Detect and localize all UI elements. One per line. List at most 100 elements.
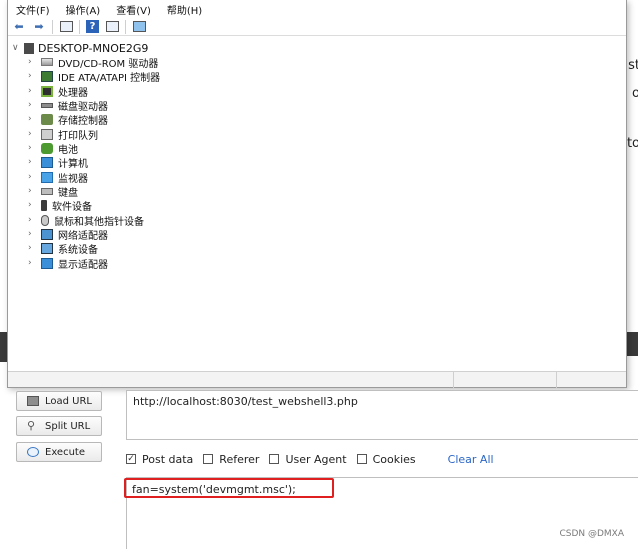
user-agent-checkbox[interactable] — [269, 454, 280, 464]
tree-item[interactable]: › 系统设备 — [28, 241, 98, 256]
tree-item[interactable]: › 处理器 — [28, 84, 88, 99]
tree-item[interactable]: › 网络适配器 — [28, 227, 108, 242]
menu-help[interactable]: 帮助(H) — [167, 2, 202, 17]
tree-item[interactable]: › 鼠标和其他指针设备 — [28, 213, 144, 228]
tree-item[interactable]: › DVD/CD-ROM 驱动器 — [28, 55, 159, 70]
tree-root[interactable]: ∨ DESKTOP-MNOE2G9 — [12, 41, 148, 55]
help-icon[interactable]: ? — [86, 20, 99, 33]
battery-icon — [41, 142, 53, 154]
expand-chevron-icon[interactable]: › — [28, 114, 36, 124]
tree-item[interactable]: › 键盘 — [28, 184, 78, 199]
referer-checkbox[interactable] — [203, 454, 214, 464]
background-text-fragment: st — [628, 58, 638, 73]
tree-item-label: 网络适配器 — [58, 230, 108, 242]
url-input[interactable]: http://localhost:8030/test_webshell3.php — [126, 390, 638, 440]
execute-button[interactable]: Execute — [16, 442, 102, 462]
tree-item[interactable]: › 监视器 — [28, 170, 88, 185]
expand-chevron-icon[interactable]: › — [28, 229, 36, 239]
forward-arrow-icon[interactable]: ➡ — [32, 20, 46, 34]
toolbar-separator — [79, 19, 80, 34]
post-data-option[interactable]: ✓ Post data — [126, 453, 193, 466]
status-divider — [453, 372, 454, 388]
toolbar-separator — [125, 19, 126, 34]
device-manager-window: 文件(F) 操作(A) 查看(V) 帮助(H) ⬅ ➡ ? ∨ DESKTOP-… — [7, 0, 627, 388]
ide-controller-icon — [41, 70, 53, 82]
background-bar-right — [626, 332, 638, 356]
collapse-chevron-icon[interactable]: ∨ — [12, 43, 20, 53]
computer-root-icon — [24, 42, 34, 54]
system-device-icon — [41, 242, 53, 254]
expand-chevron-icon[interactable]: › — [28, 243, 36, 253]
url-value: http://localhost:8030/test_webshell3.php — [133, 395, 358, 408]
split-url-icon: ⚲ — [27, 419, 36, 432]
tree-item[interactable]: › 显示适配器 — [28, 256, 108, 271]
split-url-button[interactable]: ⚲ Split URL — [16, 416, 102, 436]
execute-label: Execute — [45, 446, 85, 458]
expand-chevron-icon[interactable]: › — [28, 86, 36, 96]
tree-item-label: 磁盘驱动器 — [58, 101, 108, 113]
toolbar-separator — [52, 19, 53, 34]
display-adapter-icon — [41, 257, 53, 269]
properties-icon[interactable] — [59, 20, 73, 34]
post-data-label: Post data — [142, 452, 194, 466]
details-icon[interactable] — [105, 20, 119, 34]
menu-view[interactable]: 查看(V) — [116, 2, 151, 17]
watermark: CSDN @DMXA — [559, 529, 624, 539]
back-arrow-icon[interactable]: ⬅ — [12, 20, 26, 34]
tree-item-label: 键盘 — [58, 187, 78, 199]
cookies-checkbox[interactable] — [356, 454, 367, 464]
clear-all-link[interactable]: Clear All — [448, 453, 494, 466]
mouse-icon — [41, 214, 49, 226]
expand-chevron-icon[interactable]: › — [28, 143, 36, 153]
user-agent-option[interactable]: User Agent — [269, 453, 347, 466]
device-tree: ∨ DESKTOP-MNOE2G9 › DVD/CD-ROM 驱动器 › IDE… — [8, 38, 626, 370]
referer-option[interactable]: Referer — [203, 453, 259, 466]
menu-file[interactable]: 文件(F) — [16, 2, 50, 17]
post-data-checkbox[interactable]: ✓ — [126, 454, 136, 464]
load-url-label: Load URL — [45, 395, 93, 407]
toolbar: ⬅ ➡ ? — [8, 18, 626, 36]
expand-chevron-icon[interactable]: › — [28, 129, 36, 139]
tree-item[interactable]: › 电池 — [28, 141, 78, 156]
tree-item-label: IDE ATA/ATAPI 控制器 — [58, 72, 161, 84]
load-url-icon — [27, 396, 39, 406]
tree-item-label: DVD/CD-ROM 驱动器 — [58, 58, 159, 70]
tree-item-label: 软件设备 — [52, 201, 92, 213]
expand-chevron-icon[interactable]: › — [28, 71, 36, 81]
options-row: ✓ Post data Referer User Agent Cookies C… — [126, 452, 494, 466]
tree-item[interactable]: › 存储控制器 — [28, 112, 108, 127]
background-text-fragment: to — [626, 136, 638, 151]
network-adapter-icon — [41, 228, 53, 240]
tree-item-label: 监视器 — [58, 173, 88, 185]
execute-icon — [27, 447, 39, 457]
storage-controller-icon — [41, 113, 53, 125]
disk-drive-icon — [41, 102, 53, 108]
tree-item-label: 处理器 — [58, 87, 88, 99]
expand-chevron-icon[interactable]: › — [28, 157, 36, 167]
expand-chevron-icon[interactable]: › — [28, 186, 36, 196]
expand-chevron-icon[interactable]: › — [28, 258, 36, 268]
expand-chevron-icon[interactable]: › — [28, 200, 36, 210]
expand-chevron-icon[interactable]: › — [28, 100, 36, 110]
monitor-icon — [41, 171, 53, 183]
tree-item[interactable]: › 打印队列 — [28, 127, 98, 142]
dvd-drive-icon — [41, 58, 53, 66]
computer-icon — [41, 156, 53, 168]
tree-item-label: 系统设备 — [58, 244, 98, 256]
expand-chevron-icon[interactable]: › — [28, 172, 36, 182]
processor-icon — [41, 85, 53, 97]
expand-chevron-icon[interactable]: › — [28, 57, 36, 67]
software-device-icon — [41, 199, 47, 211]
tree-item-label: 鼠标和其他指针设备 — [54, 216, 144, 228]
cookies-label: Cookies — [372, 452, 416, 466]
tree-item[interactable]: › IDE ATA/ATAPI 控制器 — [28, 69, 161, 84]
load-url-button[interactable]: Load URL — [16, 391, 102, 411]
computer-scan-icon[interactable] — [132, 20, 146, 34]
tree-item-label: 计算机 — [58, 158, 88, 170]
tree-item[interactable]: › 软件设备 — [28, 198, 92, 213]
cookies-option[interactable]: Cookies — [356, 452, 416, 466]
menu-action[interactable]: 操作(A) — [66, 2, 101, 17]
tree-item[interactable]: › 计算机 — [28, 155, 88, 170]
tree-item[interactable]: › 磁盘驱动器 — [28, 98, 108, 113]
expand-chevron-icon[interactable]: › — [28, 215, 36, 225]
